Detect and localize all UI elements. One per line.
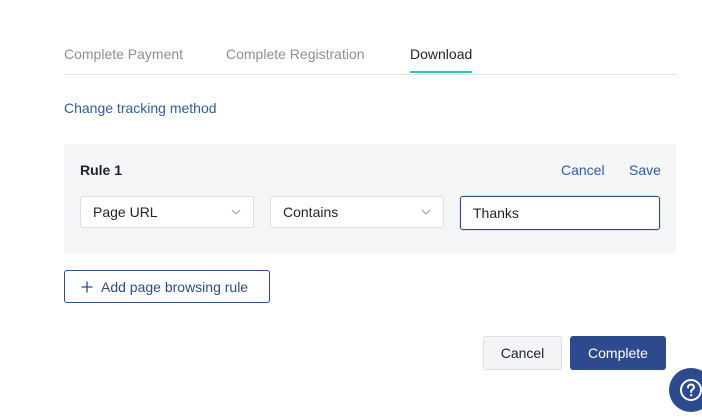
chevron-down-icon	[231, 209, 241, 215]
help-button[interactable]	[669, 368, 702, 412]
operator-select[interactable]: Contains	[270, 196, 444, 228]
field-select[interactable]: Page URL	[80, 196, 254, 228]
rule-cancel-link[interactable]: Cancel	[561, 162, 605, 178]
tab-complete-payment[interactable]: Complete Payment	[64, 46, 183, 72]
operator-select-value: Contains	[283, 204, 339, 220]
tab-download[interactable]: Download	[410, 46, 473, 73]
rule-value-input[interactable]	[460, 196, 660, 230]
field-select-value: Page URL	[93, 204, 158, 220]
chevron-down-icon	[421, 209, 431, 215]
cancel-button[interactable]: Cancel	[483, 336, 562, 370]
rule-card: Rule 1 Cancel Save Page URL Contains	[64, 144, 676, 254]
change-tracking-method-link[interactable]: Change tracking method	[64, 100, 217, 116]
help-icon	[680, 379, 702, 401]
add-rule-label: Add page browsing rule	[101, 278, 249, 295]
rule-title: Rule 1	[80, 162, 123, 178]
tab-bar: Complete Payment Complete Registration D…	[64, 0, 676, 75]
plus-icon	[81, 281, 93, 292]
rule-save-link[interactable]: Save	[629, 162, 661, 178]
tab-complete-registration[interactable]: Complete Registration	[226, 46, 365, 72]
complete-button[interactable]: Complete	[570, 336, 666, 370]
add-page-browsing-rule-button[interactable]: Add page browsing rule	[64, 270, 270, 303]
